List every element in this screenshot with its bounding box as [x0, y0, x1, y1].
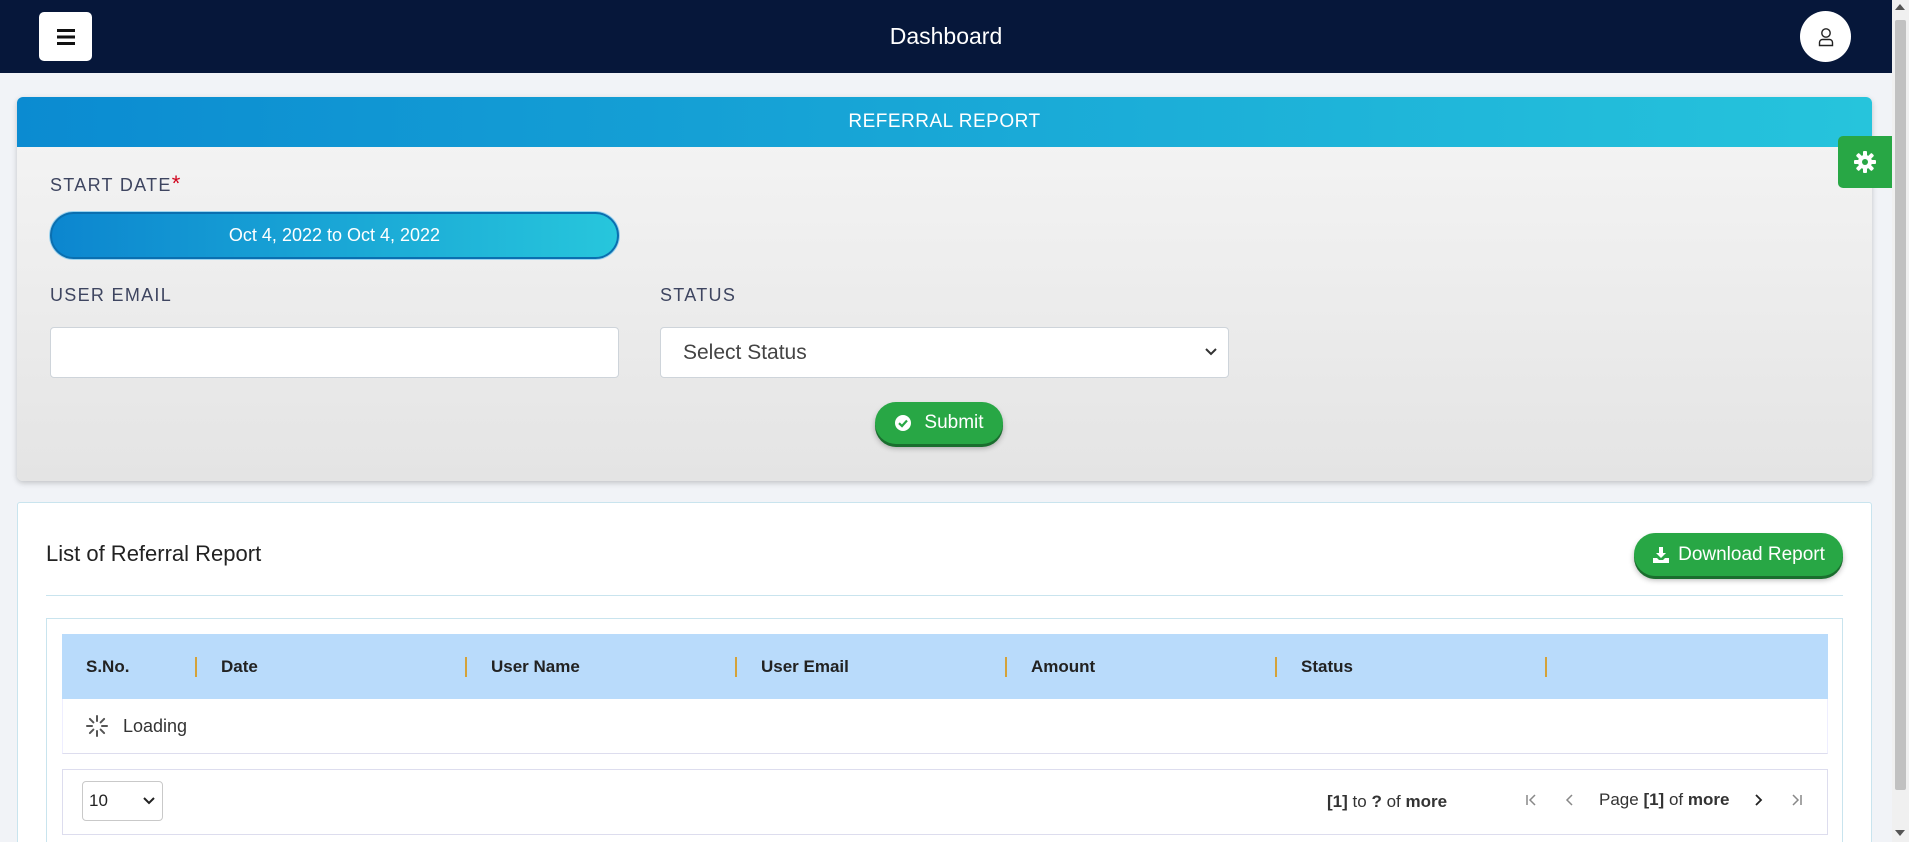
page-total: more — [1687, 790, 1730, 809]
column-label: User Name — [491, 656, 580, 676]
range-of-word: of — [1386, 792, 1401, 811]
loading-row: Loading — [62, 699, 1828, 754]
top-navbar: Dashboard — [0, 0, 1892, 73]
divider — [46, 595, 1843, 596]
pagination-bar: 10 [1] to ? of more Page [1] of more — [62, 769, 1828, 835]
last-page-icon — [1792, 794, 1803, 806]
column-header-amount[interactable]: Amount — [1007, 634, 1277, 699]
download-label: Download Report — [1678, 543, 1825, 565]
page-size-value: 10 — [89, 791, 108, 810]
scroll-down-arrow-icon[interactable] — [1895, 830, 1905, 836]
status-selected-value: Select Status — [683, 340, 807, 364]
loading-text: Loading — [123, 715, 188, 736]
scroll-up-arrow-icon[interactable] — [1895, 4, 1905, 10]
range-to-word: to — [1352, 792, 1367, 811]
column-label: User Email — [761, 656, 849, 676]
range-from: [1] — [1327, 792, 1348, 811]
card-header: REFERRAL REPORT — [17, 97, 1872, 147]
list-title: List of Referral Report — [46, 541, 262, 566]
check-circle-icon — [895, 415, 912, 431]
report-list-card: List of Referral Report Download Report … — [17, 502, 1872, 842]
column-label: Status — [1301, 656, 1353, 676]
menu-button[interactable] — [39, 12, 92, 61]
download-icon — [1653, 546, 1670, 563]
submit-label: Submit — [924, 412, 984, 433]
page-size-select[interactable]: 10 — [82, 781, 163, 821]
required-mark: * — [171, 171, 182, 196]
date-range-picker[interactable]: Oct 4, 2022 to Oct 4, 2022 — [50, 212, 619, 259]
page-of-word: of — [1668, 790, 1684, 809]
start-date-label-text: START DATE — [50, 175, 172, 195]
first-page-icon — [1526, 794, 1536, 806]
column-header-sno[interactable]: S.No. — [62, 634, 197, 699]
download-report-button[interactable]: Download Report — [1634, 533, 1843, 576]
filter-card: REFERRAL REPORT START DATE* Oct 4, 2022 … — [17, 97, 1872, 481]
previous-page-button[interactable] — [1551, 786, 1589, 814]
page-indicator: Page [1] of more — [1589, 790, 1739, 810]
range-to: ? — [1371, 792, 1382, 811]
table-header: S.No. Date User Name User Email Amount S… — [62, 634, 1828, 699]
user-email-label: USER EMAIL — [50, 285, 173, 305]
column-header-user-email[interactable]: User Email — [737, 634, 1007, 699]
status-select[interactable]: Select Status — [660, 327, 1229, 378]
scrollbar-thumb[interactable] — [1895, 20, 1906, 790]
page-title: Dashboard — [889, 23, 1003, 49]
column-resize-handle[interactable] — [1545, 657, 1547, 677]
chevron-down-icon — [143, 797, 155, 805]
profile-button[interactable] — [1800, 11, 1851, 62]
current-page: [1] — [1643, 790, 1665, 809]
gear-icon — [1854, 151, 1876, 173]
settings-button[interactable] — [1838, 136, 1892, 188]
column-header-date[interactable]: Date — [197, 634, 467, 699]
user-icon — [1818, 27, 1833, 46]
submit-button[interactable]: Submit — [875, 402, 1003, 444]
chevron-right-icon — [1755, 794, 1763, 806]
first-page-button[interactable] — [1513, 786, 1551, 814]
column-header-status[interactable]: Status — [1277, 634, 1547, 699]
page-scrollbar[interactable] — [1892, 0, 1909, 842]
spinner-icon — [86, 715, 108, 737]
column-label: Amount — [1031, 656, 1096, 676]
next-page-button[interactable] — [1739, 786, 1777, 814]
chevron-down-icon — [1205, 348, 1217, 356]
column-label: S.No. — [86, 656, 130, 676]
status-label: STATUS — [660, 285, 737, 305]
column-header-user-name[interactable]: User Name — [467, 634, 737, 699]
hamburger-icon — [56, 28, 75, 45]
range-text: [1] to ? of more — [1327, 792, 1447, 812]
user-email-input[interactable] — [50, 327, 619, 378]
page-word: Page — [1599, 790, 1639, 809]
range-total: more — [1405, 792, 1448, 811]
column-label: Date — [221, 656, 258, 676]
start-date-label: START DATE* — [50, 171, 182, 197]
chevron-left-icon — [1565, 794, 1573, 806]
page-navigation: Page [1] of more — [1513, 786, 1815, 814]
report-table: S.No. Date User Name User Email Amount S… — [46, 618, 1843, 842]
last-page-button[interactable] — [1777, 786, 1815, 814]
